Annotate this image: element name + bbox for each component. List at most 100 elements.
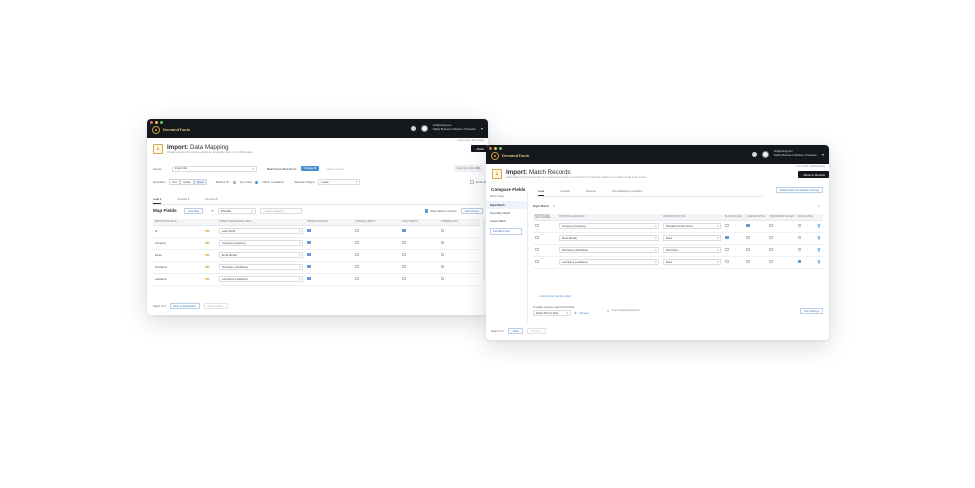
matching-field-select[interactable]: Last Name (LastName) ▾ [559,259,659,265]
back-to-results-button[interactable]: ‹ Back to Results [798,171,829,178]
add-match-step-button[interactable]: Add Match Step [490,228,522,235]
row-checkbox[interactable] [535,259,539,264]
option-checkbox[interactable] [769,223,773,228]
comparison-type-select[interactable]: Exact ▾ [663,259,721,265]
table-row[interactable]: LastName ⇆⇆ Last Name (LastName) ▾ [153,273,480,286]
trash-icon[interactable]: 🗑 [817,260,821,264]
comparison-type-select[interactable]: Exact ▾ [663,235,721,241]
option-checkbox[interactable] [725,247,729,252]
option-checkbox[interactable] [725,235,729,240]
option-checkbox[interactable] [769,247,773,252]
row-checkbox[interactable] [535,247,539,252]
option-checkbox[interactable] [402,240,406,245]
gear-icon[interactable]: ⚙ [574,311,577,315]
tab-contact[interactable]: Contact ▾ [177,197,189,204]
row-checkbox[interactable] [535,223,539,228]
target-field-select[interactable]: Email (Email) ▾ [219,252,303,258]
option-checkbox[interactable] [746,259,750,264]
option-checkbox[interactable] [402,228,406,233]
trash-icon[interactable]: 🗑 [817,236,821,240]
option-checkbox[interactable] [307,240,311,245]
option-checkbox[interactable] [307,252,311,257]
window-controls[interactable] [150,121,163,124]
option-checkbox[interactable] [440,240,445,245]
option-checkbox[interactable] [402,264,406,269]
target-field-select[interactable]: Lead (ID/Id) ▾ [219,228,303,234]
tab-post-matching[interactable]: Post Matching Condition [612,189,642,196]
option-checkbox[interactable] [725,259,729,264]
audit-checkbox[interactable] [470,180,474,184]
matching-field-select[interactable]: First Name (FirstName) ▾ [559,247,659,253]
auto-map-button[interactable]: Auto Map [184,208,204,214]
op-update[interactable]: Update [180,179,194,185]
option-checkbox[interactable] [355,252,359,257]
tab-lead[interactable]: Lead [538,189,545,196]
matching-field-select[interactable]: Company (Company) ▾ [559,223,659,229]
option-checkbox[interactable] [797,235,802,240]
option-checkbox[interactable] [307,228,311,233]
operation-toggle[interactable]: New Update Upsert [169,179,207,185]
option-checkbox[interactable] [355,276,359,281]
option-checkbox[interactable] [307,264,311,269]
chevron-down-icon[interactable]: ▾ [481,126,483,131]
manage-link[interactable]: Manage [580,312,589,315]
tab-lead[interactable]: Lead ▾ [153,197,162,204]
search-input[interactable]: ⌕ Search Mapping... [259,208,302,214]
account-info[interactable]: ultra@ortusg.com Validity Business Unifi… [433,125,476,131]
help-icon[interactable] [410,126,416,131]
back-button[interactable]: ‹ Back [507,328,523,334]
avatar[interactable] [761,151,769,158]
matching-field-select[interactable]: Email (Email) ▾ [559,235,659,241]
option-checkbox[interactable] [746,223,750,228]
avatar[interactable] [420,125,428,132]
account-info[interactable]: ultra@ortusg.com Validity Business Unifi… [774,151,817,157]
winner-rule-select[interactable]: Select Winner Rule ▾ [533,310,571,316]
table-row[interactable]: First Name (FirstName) ▾ First Name ▾ 🗑 [533,244,823,257]
option-checkbox[interactable] [746,235,750,240]
option-checkbox[interactable] [355,228,359,233]
table-row[interactable]: Id ⇆⇆ Lead (ID/Id) ▾ [153,225,480,238]
option-checkbox[interactable] [797,223,802,228]
nav-item-looser[interactable]: Looser Match [486,217,527,225]
close-icon[interactable]: × [818,203,820,208]
table-row[interactable]: Company ⇆⇆ Company (Company) ▾ [153,237,480,250]
change-all-button[interactable]: Change All [300,166,320,171]
trash-icon[interactable]: 🗑 [817,224,821,228]
default-settings-button[interactable]: Default Field Comparison Settings [775,187,823,193]
show-locked[interactable]: Show Locked [327,167,344,171]
nav-item-secondary[interactable]: Secondary Match [486,209,527,217]
nav-item-rigid[interactable]: Rigid Match [486,201,527,209]
table-row[interactable]: Email (Email) ▾ Exact ▾ 🗑 [533,232,823,245]
source-select[interactable]: Import File ▾ [171,165,257,172]
row-checkbox[interactable] [535,235,539,240]
option-checkbox[interactable] [440,252,445,257]
target-field-select[interactable]: Last Name (LastName) ▾ [219,276,303,282]
show-blank-checkbox[interactable] [424,209,429,213]
add-column-button[interactable]: Add Column [460,208,483,214]
option-checkbox[interactable] [769,259,773,264]
radio-match-conditions[interactable] [255,180,259,184]
option-checkbox[interactable] [355,264,359,269]
trash-icon[interactable]: 🗑 [817,248,821,252]
process-button[interactable]: Process › [526,328,546,334]
option-checkbox[interactable] [746,247,750,252]
target-field-select[interactable]: First Name (FirstName) ▾ [219,264,303,270]
test-settings-button[interactable]: Test Settings [800,308,823,314]
table-row[interactable]: Company (Company) ▾ Standard Account Name ▾… [533,220,823,233]
option-checkbox[interactable] [402,276,406,281]
op-new[interactable]: New [169,179,181,185]
op-upsert[interactable]: Upsert [193,179,207,185]
comparison-type-select[interactable]: Standard Account Name ▾ [663,223,721,229]
tab-account[interactable]: Account [586,189,596,196]
table-row[interactable]: Email ⇆⇆ Email (Email) ▾ [153,249,480,262]
add-condition-link[interactable]: + Add another condition field [538,295,571,298]
option-checkbox[interactable] [797,247,802,252]
match-fields-button[interactable]: Match Fields › [203,303,228,309]
scrollbar[interactable] [483,219,485,281]
option-checkbox[interactable] [440,264,445,269]
option-checkbox[interactable] [307,276,311,281]
edit-icon[interactable]: ✎ [553,204,555,208]
target-field-select[interactable]: Company (Company) ▾ [219,240,303,246]
tab-account[interactable]: Account ▾ [205,197,217,204]
option-checkbox[interactable] [440,228,445,233]
